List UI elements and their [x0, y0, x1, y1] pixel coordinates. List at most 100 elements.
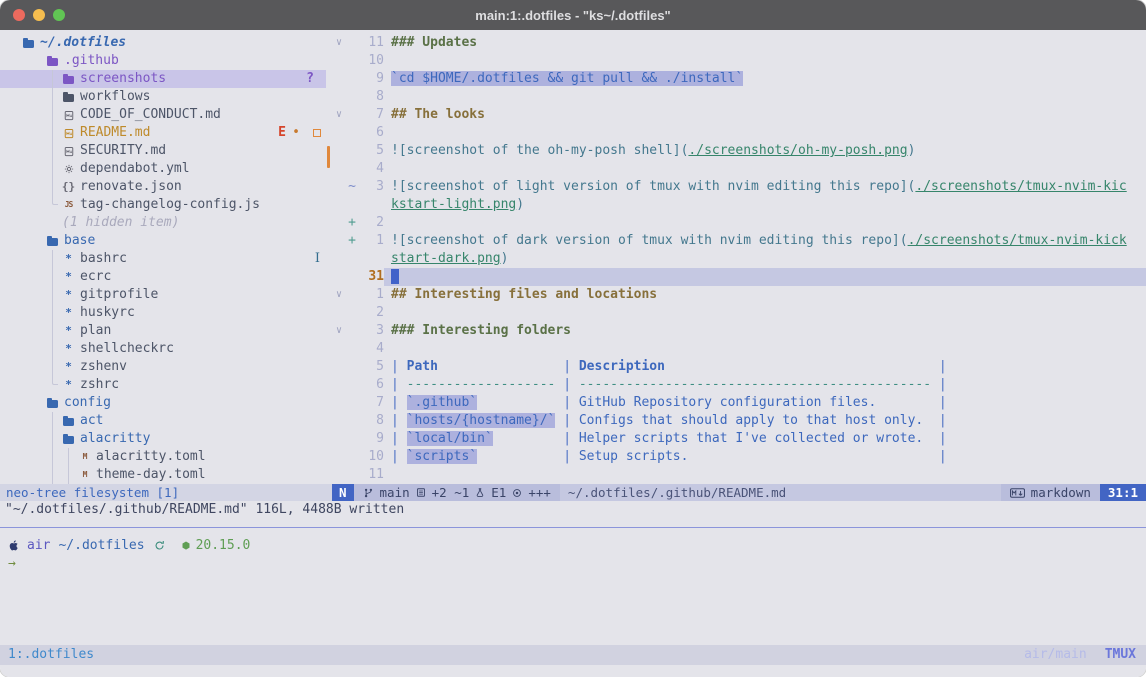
tree-item-gitprofile[interactable]: *gitprofile [0, 286, 326, 304]
editor-line-18[interactable]: 4 [332, 340, 1146, 358]
line-number [358, 196, 384, 214]
editor-line-13[interactable]: start-dark.png) [332, 250, 1146, 268]
tree-item-tag-changelog-config-js[interactable]: JStag-changelog-config.js [0, 196, 326, 214]
sign-column [346, 106, 358, 124]
editor-line-17[interactable]: ∨3### Interesting folders [332, 322, 1146, 340]
line-text: ## The looks [384, 106, 1146, 124]
git-sign-add: + [346, 214, 358, 232]
editor-line-8[interactable]: 4 [332, 160, 1146, 178]
editor-line-5[interactable]: ∨7## The looks [332, 106, 1146, 124]
tree-item-shellcheckrc[interactable]: *shellcheckrc [0, 340, 326, 358]
tree-item-label: .github [64, 52, 119, 70]
tree-item-theme-day-toml[interactable]: Mtheme-day.toml [0, 466, 326, 484]
tree-guide-line [52, 358, 54, 376]
tree-item-alacritty[interactable]: alacritty [0, 430, 326, 448]
text-segment-desc: Setup scripts. [579, 449, 689, 464]
text-segment-desc: Configs that should apply to that host o… [579, 413, 923, 428]
line-text [384, 160, 1146, 178]
editor-line-9[interactable]: ~3![screenshot of light version of tmux … [332, 178, 1146, 196]
tree-item-base[interactable]: base [0, 232, 326, 250]
editor-line-14[interactable]: 31 [332, 268, 1146, 286]
fold-chevron-icon[interactable]: ∨ [332, 106, 346, 124]
editor-line-16[interactable]: 2 [332, 304, 1146, 322]
sign-column [346, 70, 358, 88]
editor-line-3[interactable]: 9`cd $HOME/.dotfiles && git pull && ./in… [332, 70, 1146, 88]
editor-line-1[interactable]: ∨11### Updates [332, 34, 1146, 52]
tree-item-label: dependabot.yml [80, 160, 190, 178]
tree-item-dependabot-yml[interactable]: dependabot.yml [0, 160, 326, 178]
tree-item-renovate-json[interactable]: {}renovate.json [0, 178, 326, 196]
fold-column [332, 358, 346, 376]
text-segment-md: ) [908, 143, 916, 158]
line-number: 10 [358, 448, 384, 466]
md-icon [62, 110, 75, 121]
fold-chevron-icon[interactable]: ∨ [332, 322, 346, 340]
zoom-button[interactable] [53, 9, 65, 21]
editor-line-4[interactable]: 8 [332, 88, 1146, 106]
tree-item-zshrc[interactable]: *zshrc [0, 376, 326, 394]
tree-item-zshenv[interactable]: *zshenv [0, 358, 326, 376]
editor-line-7[interactable]: 5![screenshot of the oh-my-posh shell](.… [332, 142, 1146, 160]
editor-line-10[interactable]: kstart-light.png) [332, 196, 1146, 214]
cursor-position: 31:1 [1100, 484, 1146, 501]
editor-line-15[interactable]: ∨1## Interesting files and locations [332, 286, 1146, 304]
tree-item-readme-md[interactable]: README.mdE• [0, 124, 326, 142]
toml-icon: M [78, 448, 91, 466]
prompt-input-line[interactable]: → [8, 555, 1146, 574]
editor-line-21[interactable]: 7| `.github` | GitHub Repository configu… [332, 394, 1146, 412]
tree-item-code-of-conduct-md[interactable]: CODE_OF_CONDUCT.md [0, 106, 326, 124]
line-text [384, 304, 1146, 322]
tree-item-alacritty-toml[interactable]: Malacritty.toml [0, 448, 326, 466]
tree-guide-line [52, 70, 54, 88]
tree-item-workflows[interactable]: workflows [0, 88, 326, 106]
editor-line-25[interactable]: 11 [332, 466, 1146, 484]
text-segment-pipe: | [477, 449, 579, 464]
line-text [384, 466, 1146, 484]
editor-line-24[interactable]: 10| `scripts` | Setup scripts. | [332, 448, 1146, 466]
tree-item-bashrc[interactable]: *bashrcI [0, 250, 326, 268]
tree-item-ecrc[interactable]: *ecrc [0, 268, 326, 286]
filetype-label: markdown [1031, 484, 1091, 501]
tmux-window-item[interactable]: 1:.dotfiles [0, 645, 94, 665]
editor-line-23[interactable]: 9| `local/bin` | Helper scripts that I'v… [332, 430, 1146, 448]
tree-guide-line [52, 160, 54, 178]
tree-item-screenshots[interactable]: screenshots? [0, 70, 326, 88]
text-segment-pipe: | [391, 449, 407, 464]
editor-line-6[interactable]: 6 [332, 124, 1146, 142]
line-number: 8 [358, 412, 384, 430]
record-icon [512, 488, 522, 498]
line-number: 2 [358, 214, 384, 232]
line-number: 1 [358, 232, 384, 250]
tree-item-huskyrc[interactable]: *huskyrc [0, 304, 326, 322]
fold-chevron-icon[interactable]: ∨ [332, 286, 346, 304]
fold-chevron-icon[interactable]: ∨ [332, 34, 346, 52]
sign-column [346, 124, 358, 142]
editor-line-22[interactable]: 8| `hosts/{hostname}/` | Configs that sh… [332, 412, 1146, 430]
editor-line-12[interactable]: +1![screenshot of dark version of tmux w… [332, 232, 1146, 250]
text-segment-link: ./screenshots/tmux-nvim-kic [915, 179, 1126, 194]
editor-line-19[interactable]: 5| Path | Description | [332, 358, 1146, 376]
shell-pane[interactable]: air ~/.dotfiles 20.15.0 → [0, 527, 1146, 645]
markdown-icon [1010, 488, 1025, 498]
tree-item-act[interactable]: act [0, 412, 326, 430]
tree-item-github[interactable]: .github [0, 52, 326, 70]
editor-line-2[interactable]: 10 [332, 52, 1146, 70]
close-button[interactable] [13, 9, 25, 21]
line-number: 5 [358, 142, 384, 160]
minimize-button[interactable] [33, 9, 45, 21]
tree-item-security-md[interactable]: SECURITY.md [0, 142, 326, 160]
tree-item-config[interactable]: config [0, 394, 326, 412]
tree-item-plan[interactable]: *plan [0, 322, 326, 340]
tree-item-dotfiles[interactable]: ~/.dotfiles [0, 34, 326, 52]
tree-item-label: (1 hidden item) [62, 214, 179, 232]
text-segment-link: ./screenshots/oh-my-posh.png [688, 143, 907, 158]
tree-item-1-hidden-item[interactable]: (1 hidden item) [0, 214, 326, 232]
terminal-window: main:1:.dotfiles - "ks~/.dotfiles" ~/.do… [0, 0, 1146, 677]
js-icon: JS [62, 196, 75, 214]
file-diff-icon [416, 487, 426, 498]
fold-column [332, 250, 346, 268]
editor-line-20[interactable]: 6| ------------------- | ---------------… [332, 376, 1146, 394]
sign-column [346, 52, 358, 70]
editor-line-11[interactable]: +2 [332, 214, 1146, 232]
text-segment-pipe: | [665, 359, 947, 374]
